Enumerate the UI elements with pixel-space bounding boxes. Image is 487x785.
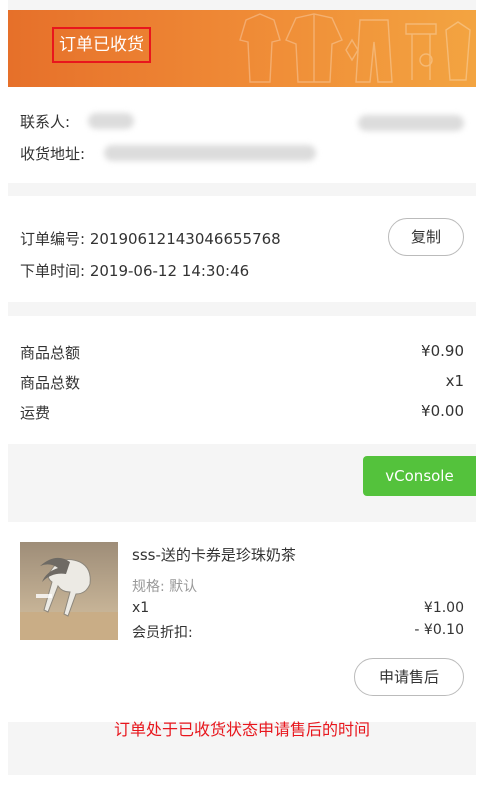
member-discount-value: - ¥0.10	[414, 622, 464, 638]
redacted-address	[104, 145, 316, 161]
order-status-title: 订单已收货	[52, 27, 151, 63]
bottom-strip	[8, 775, 476, 785]
order-time-label: 下单时间:	[20, 262, 86, 280]
product-thumbnail[interactable]	[20, 542, 118, 640]
address-label: 收货地址:	[20, 145, 86, 163]
order-number-label: 订单编号:	[20, 230, 86, 248]
shipping-label: 运费	[20, 404, 51, 422]
total-value: ¥0.90	[421, 342, 464, 360]
clothing-pattern-icon	[239, 13, 471, 83]
count-label: 商品总数	[20, 374, 81, 392]
copy-button[interactable]: 复制	[388, 218, 464, 256]
total-label: 商品总额	[20, 344, 81, 362]
order-detail-page: 订单已收货 联系人: 收货地址: 订单编号: 20190612143046655…	[8, 0, 476, 785]
after-sale-button[interactable]: 申请售后	[354, 658, 464, 696]
contact-card: 联系人: 收货地址:	[8, 87, 476, 183]
shipping-value: ¥0.00	[421, 402, 464, 420]
product-spec: 规格: 默认	[132, 579, 198, 595]
member-discount-label: 会员折扣:	[132, 625, 193, 641]
price-summary-card: 商品总额 ¥0.90 商品总数 x1 运费 ¥0.00	[8, 316, 476, 444]
order-time-value: 2019-06-12 14:30:46	[89, 262, 250, 280]
order-number-row: 订单编号: 20190612143046655768	[20, 228, 281, 249]
horse-image-icon	[20, 542, 118, 640]
order-info-card: 订单编号: 20190612143046655768 下单时间: 2019-06…	[8, 196, 476, 302]
annotation-note: 订单处于已收货状态申请售后的时间	[113, 720, 370, 739]
redacted-name	[88, 113, 134, 129]
product-quantity: x1	[132, 600, 150, 616]
redacted-phone	[358, 115, 464, 131]
order-time-row: 下单时间: 2019-06-12 14:30:46	[20, 260, 249, 281]
order-number-value: 20190612143046655768	[89, 230, 281, 248]
order-status-banner: 订单已收货	[8, 10, 476, 87]
count-value: x1	[445, 372, 464, 390]
vconsole-button[interactable]: vConsole	[363, 456, 476, 496]
contact-name-label: 联系人:	[20, 113, 71, 131]
product-price: ¥1.00	[423, 600, 464, 616]
product-title[interactable]: sss-送的卡券是珍珠奶茶	[132, 544, 296, 565]
